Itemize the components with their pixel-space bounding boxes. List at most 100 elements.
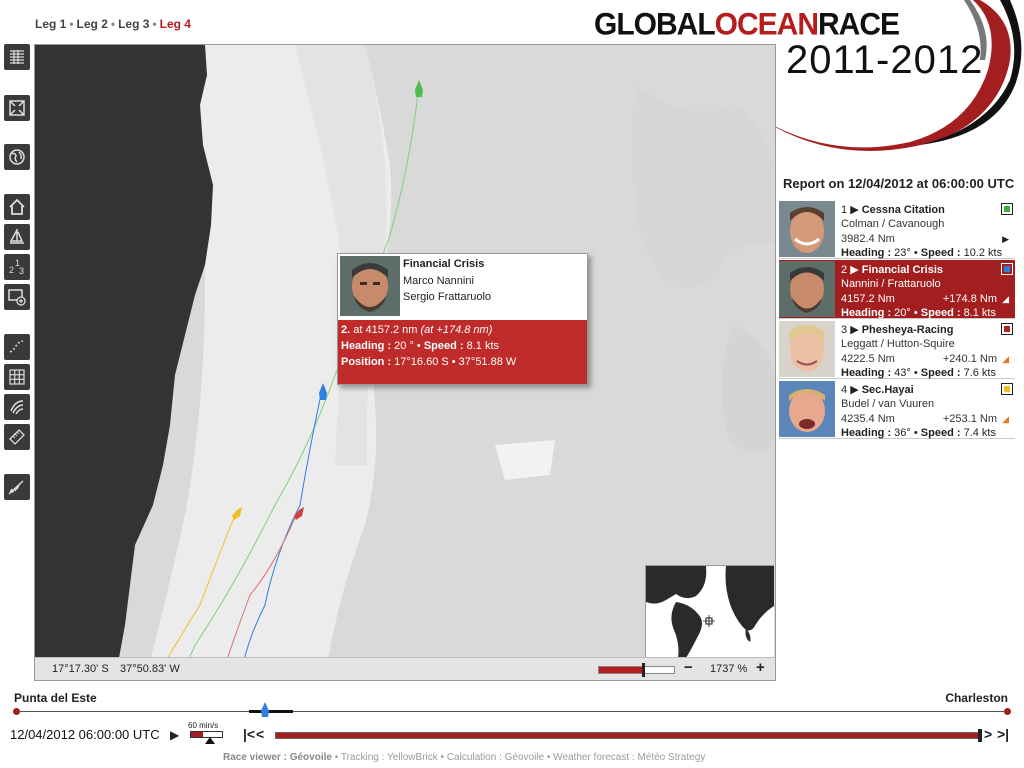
ranking-arrow-icon: ▶	[850, 384, 859, 396]
logo-title-race: RACE	[818, 7, 900, 42]
ranking-position: 1	[841, 204, 848, 216]
zoom-out-button[interactable]: −	[684, 659, 693, 676]
speed-label: Speed :	[920, 367, 961, 379]
credits-viewer-value: Géovoile	[289, 752, 332, 763]
skipper-photo	[779, 201, 835, 257]
boat-marker-cessna-citation[interactable]	[414, 80, 424, 98]
globe-button[interactable]	[4, 144, 30, 170]
list-icon	[10, 50, 24, 64]
boat-color-swatch	[1001, 263, 1013, 275]
popup-distance: at 4157.2 nm	[350, 324, 421, 336]
leg-separator: •	[69, 17, 74, 31]
report-title: Report on 12/04/2012 at 06:00:00 UTC	[783, 176, 1015, 191]
boat-marker-phesheya-racing[interactable]	[293, 507, 305, 521]
leg-separator: •	[152, 17, 157, 31]
ranking-icon: 213	[9, 258, 24, 276]
credits-viewer-label: Race viewer :	[223, 752, 290, 763]
boat-button[interactable]	[4, 224, 30, 250]
zoom-slider[interactable]	[598, 663, 675, 677]
zoom-level: 1737 %	[710, 663, 748, 675]
ranking-row-3[interactable]: 3 ▶ Phesheya-Racing Leggatt / Hutton-Squ…	[779, 320, 1015, 379]
trend-icon: ◢	[1002, 354, 1009, 364]
boat-marker-sec-hayai[interactable]	[231, 507, 243, 521]
ranking-skippers: Budel / van Vuuren	[841, 398, 935, 410]
leg-3-link[interactable]: Leg 3	[118, 17, 149, 31]
ranking-arrow-icon: ▶	[850, 204, 859, 216]
popup-header: Financial Crisis Marco Nannini Sergio Fr…	[338, 254, 587, 320]
play-button[interactable]: ▶	[170, 728, 179, 742]
skipper-photo	[340, 256, 400, 316]
boat-progress-marker	[261, 702, 269, 717]
ranking-gap: +174.8 Nm	[942, 293, 997, 305]
ranking-skippers: Colman / Cavanough	[841, 218, 945, 230]
trend-icon: ▶	[1002, 234, 1009, 244]
skipper-photo	[779, 321, 835, 377]
ranking-row-1[interactable]: 1 ▶ Cessna Citation Colman / Cavanough 3…	[779, 200, 1015, 259]
logo-title-ocean: OCEAN	[714, 7, 819, 42]
speed-value: 10.2 kts	[960, 247, 1003, 259]
legs-nav: Leg 1 • Leg 2 • Leg 3 • Leg 4	[35, 17, 191, 31]
speed-label: Speed :	[920, 307, 961, 319]
weather-button[interactable]	[4, 394, 30, 420]
ruler-button[interactable]	[4, 424, 30, 450]
go-to-end-button[interactable]: >|	[997, 726, 1009, 742]
heading-value: 43° •	[891, 367, 921, 379]
zoom-slider-fill	[599, 667, 643, 673]
heading-value: 36° •	[891, 427, 921, 439]
time-scrubber-handle[interactable]	[978, 729, 982, 742]
add-window-button[interactable]	[4, 284, 30, 310]
credits-separator: •	[437, 752, 447, 763]
ranking-distance: 4157.2 Nm	[841, 293, 895, 305]
ranking-distance: 4235.4 Nm	[841, 413, 895, 425]
leg-4-link[interactable]: Leg 4	[160, 17, 191, 31]
leg-separator: •	[110, 17, 116, 31]
credits-tracking: Tracking : YellowBrick	[340, 752, 438, 763]
logo-title-global: GLOBAL	[594, 7, 716, 42]
ranking-title: 4 ▶ Sec.Hayai	[841, 383, 914, 396]
list-button[interactable]	[4, 44, 30, 70]
heading-label: Heading :	[841, 427, 892, 439]
popup-details: 2. at 4157.2 nm (at +174.8 nm) Heading :…	[338, 320, 587, 384]
boat-marker-financial-crisis[interactable]	[318, 383, 328, 401]
race-progress-segment	[249, 710, 293, 713]
wind-icon	[8, 480, 24, 495]
svg-text:2: 2	[9, 265, 14, 275]
time-scrubber[interactable]	[275, 729, 982, 742]
speed-slider-handle[interactable]	[205, 737, 215, 744]
credits-weather: Weather forecast : Météo Strategy	[553, 752, 706, 763]
wind-button[interactable]	[4, 474, 30, 500]
heading-value: 23° •	[891, 247, 921, 259]
step-forward-button[interactable]: >	[984, 726, 992, 742]
zoom-in-button[interactable]: +	[756, 659, 765, 676]
ranking-title: 3 ▶ Phesheya-Racing	[841, 323, 953, 336]
overview-minimap[interactable]	[645, 565, 774, 658]
heading-label: Heading :	[841, 367, 892, 379]
heading-label: Heading :	[841, 307, 892, 319]
popup-position-label: Position :	[341, 356, 392, 368]
home-button[interactable]	[4, 194, 30, 220]
speed-value: 7.6 kts	[960, 367, 996, 379]
ranking-row-4[interactable]: 4 ▶ Sec.Hayai Budel / van Vuuren 4235.4 …	[779, 380, 1015, 439]
popup-boat-name: Financial Crisis	[403, 258, 485, 270]
leg-2-link[interactable]: Leg 2	[77, 17, 108, 31]
skipper-photo	[779, 261, 835, 317]
ranking-row-2[interactable]: 2 ▶ Financial Crisis Nannini / Frattaruo…	[779, 260, 1015, 319]
ranking-gap: +240.1 Nm	[942, 353, 997, 365]
grid-button[interactable]	[4, 364, 30, 390]
ranking-arrow-icon: ▶	[850, 264, 859, 276]
speed-slider-fill	[191, 732, 203, 737]
track-button[interactable]	[4, 334, 30, 360]
ranking-button[interactable]: 213	[4, 254, 30, 280]
go-to-start-button[interactable]: |<	[243, 726, 255, 742]
ranking-arrow-icon: ▶	[850, 324, 859, 336]
zoom-slider-handle[interactable]	[641, 663, 645, 677]
ranking-position: 4	[841, 384, 848, 396]
step-back-button[interactable]: <	[256, 726, 264, 742]
trend-icon: ◢	[1002, 294, 1009, 304]
popup-speed-label: Speed :	[423, 340, 464, 352]
popup-gap: (at +174.8 nm)	[420, 324, 493, 336]
popup-heading-line: Heading : 20 ° • Speed : 8.1 kts	[341, 340, 499, 352]
current-datetime: 12/04/2012 06:00:00 UTC	[10, 727, 160, 742]
fullscreen-button[interactable]	[4, 95, 30, 121]
leg-1-link[interactable]: Leg 1	[35, 17, 66, 31]
